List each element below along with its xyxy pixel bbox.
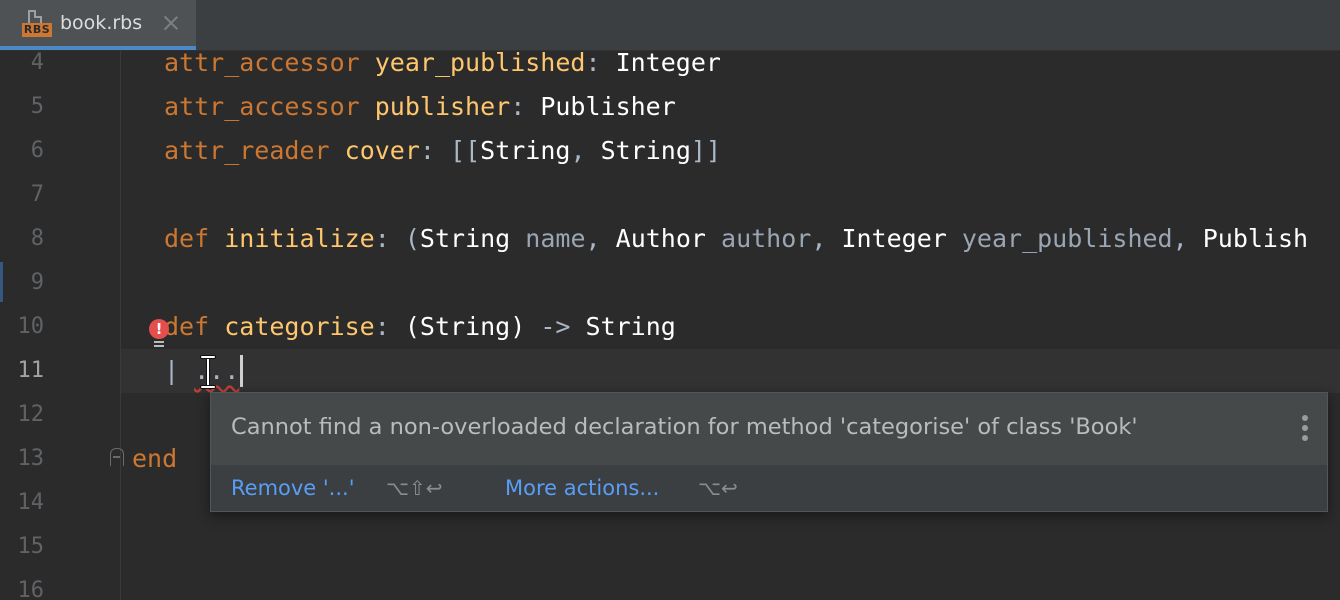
keyword: attr_reader xyxy=(164,136,330,165)
type-name: String xyxy=(480,136,571,165)
punct: : xyxy=(374,224,390,253)
line-number: 15 xyxy=(17,534,45,559)
rbs-file-icon: RBS xyxy=(22,10,52,40)
error-popup: Cannot find a non-overloaded declaration… xyxy=(210,392,1328,512)
param-name: year_published xyxy=(961,224,1173,253)
type-name: String xyxy=(600,136,691,165)
punct: : xyxy=(374,312,390,341)
line-number-current: 11 xyxy=(17,358,45,383)
line-number: 6 xyxy=(30,138,44,163)
popup-message-area: Cannot find a non-overloaded declaration… xyxy=(211,393,1327,465)
params: (String) xyxy=(404,312,526,341)
punct: : xyxy=(585,48,601,77)
punct: , xyxy=(1172,224,1188,253)
keyword: def xyxy=(164,312,210,341)
line-number: 14 xyxy=(17,490,45,515)
punct: , xyxy=(811,224,827,253)
line-number: 12 xyxy=(17,402,45,427)
type-name: Author xyxy=(615,224,706,253)
text-caret xyxy=(240,355,243,387)
code-line-13[interactable]: end xyxy=(132,437,177,481)
punct: : xyxy=(419,136,435,165)
close-icon[interactable] xyxy=(162,14,180,32)
line-number: 5 xyxy=(30,94,44,119)
arrow: -> xyxy=(540,312,571,341)
line-number: 7 xyxy=(30,182,44,207)
code-line-5[interactable]: attr_accessor publisher: Publisher xyxy=(164,85,676,129)
current-line-highlight xyxy=(121,349,1340,393)
param-name: name xyxy=(525,224,586,253)
punct: ]] xyxy=(690,136,721,165)
pipe: | xyxy=(164,356,180,385)
line-number: 10 xyxy=(17,314,45,339)
type-name: Publish xyxy=(1202,224,1309,253)
code-line-8[interactable]: def initialize: (String name, Author aut… xyxy=(164,217,1308,261)
punct: , xyxy=(570,136,586,165)
rbs-badge: RBS xyxy=(22,23,52,37)
keyword: end xyxy=(132,444,178,473)
more-actions-link[interactable]: More actions... xyxy=(505,476,659,500)
type-name: Publisher xyxy=(540,92,676,121)
more-vertical-icon[interactable] xyxy=(1299,415,1311,443)
line-number: 13 xyxy=(17,446,45,471)
line-number: 4 xyxy=(30,50,44,75)
punct: [[ xyxy=(450,136,481,165)
type-name: Integer xyxy=(615,48,721,77)
text-cursor-icon xyxy=(198,355,218,389)
tab-title: book.rbs xyxy=(60,12,143,34)
line-number: 16 xyxy=(17,578,45,600)
popup-message: Cannot find a non-overloaded declaration… xyxy=(231,414,1138,440)
punct: , xyxy=(585,224,601,253)
more-actions-shortcut: ⌥↩ xyxy=(698,476,738,500)
code-line-10[interactable]: def categorise: (String) -> String xyxy=(164,305,676,349)
line-number: 8 xyxy=(30,226,44,251)
remove-shortcut: ⌥⇧↩ xyxy=(386,476,443,500)
keyword: def xyxy=(164,224,210,253)
code-line-6[interactable]: attr_reader cover: [[String, String]] xyxy=(164,129,721,173)
type-name: String xyxy=(419,224,511,253)
type-name: Integer xyxy=(841,224,947,253)
code-line-4[interactable]: attr_accessor year_published: Integer xyxy=(164,41,721,85)
param-name: author xyxy=(721,224,812,253)
punct: ( xyxy=(404,224,420,253)
keyword: attr_accessor xyxy=(164,48,360,77)
keyword: attr_accessor xyxy=(164,92,360,121)
type-name: String xyxy=(585,312,676,341)
attribute-name: year_published xyxy=(374,48,586,77)
fold-icon[interactable] xyxy=(110,448,124,466)
line-number: 9 xyxy=(30,270,44,295)
method-name: initialize xyxy=(224,224,375,253)
method-name: categorise xyxy=(224,312,375,341)
attribute-name: publisher xyxy=(374,92,511,121)
remove-ellipsis-action[interactable]: Remove '...' xyxy=(231,476,354,500)
punct: : xyxy=(510,92,526,121)
attribute-name: cover xyxy=(344,136,420,165)
error-glyph: ! xyxy=(149,319,169,339)
error-bulb-icon[interactable]: ! xyxy=(149,319,169,349)
